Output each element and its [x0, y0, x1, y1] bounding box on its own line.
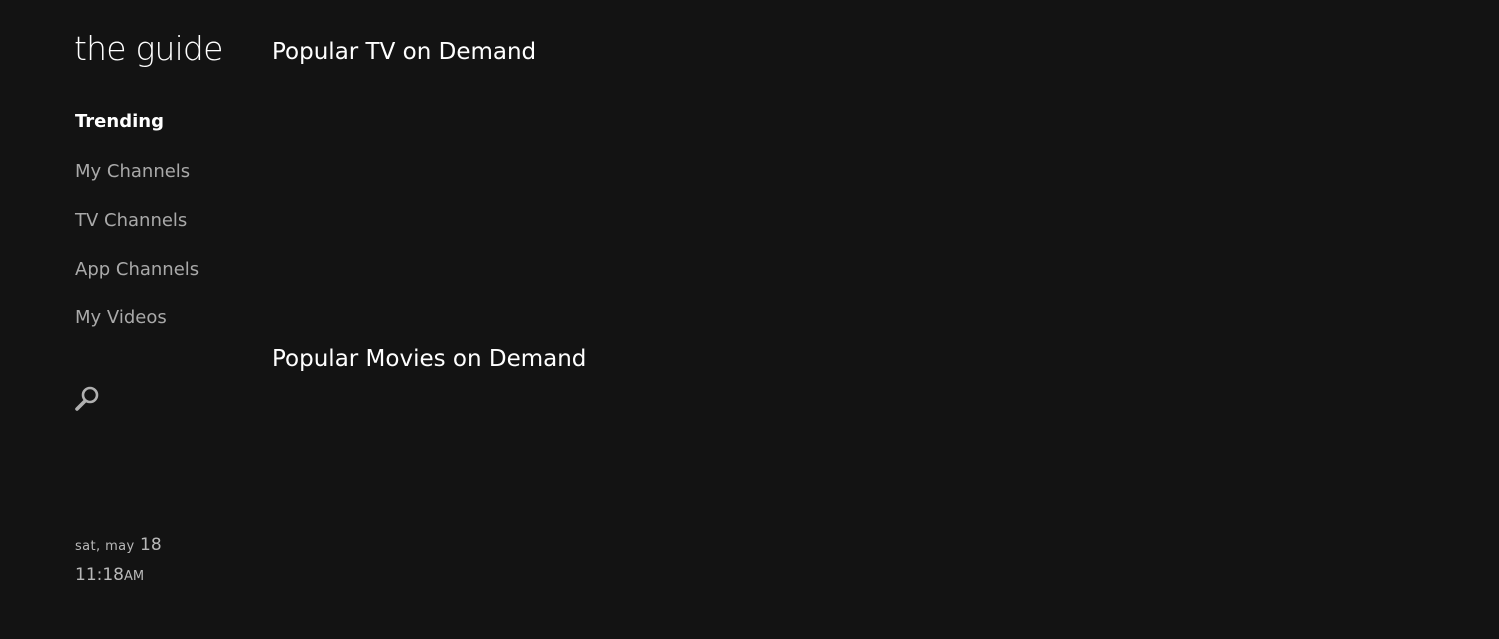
section-title-popular-tv: Popular TV on Demand	[272, 39, 537, 65]
date-day: 18	[140, 535, 162, 555]
search-button[interactable]	[74, 384, 102, 414]
nav-item-my-channels[interactable]: My Channels	[75, 160, 190, 184]
date-day-month: sat, may	[75, 539, 135, 554]
section-title-popular-movies: Popular Movies on Demand	[272, 346, 587, 372]
time-ampm: AM	[124, 569, 145, 584]
nav-item-app-channels[interactable]: App Channels	[75, 258, 199, 282]
nav-item-tv-channels[interactable]: TV Channels	[75, 209, 187, 233]
time-value: 11:18	[75, 565, 124, 585]
time-display: 11:18AM	[75, 563, 162, 589]
nav-item-my-videos[interactable]: My Videos	[75, 306, 167, 330]
date-display: sat, may 18	[75, 533, 162, 559]
search-icon	[75, 386, 99, 411]
popular-movies-row	[272, 390, 1452, 610]
nav-item-trending[interactable]: Trending	[75, 110, 164, 134]
guide-app: the guide Trending My Channels TV Channe…	[0, 0, 1499, 639]
popular-tv-row	[272, 80, 1452, 300]
app-title: the guide	[74, 29, 223, 68]
date-time: sat, may 18 11:18AM	[75, 533, 162, 589]
